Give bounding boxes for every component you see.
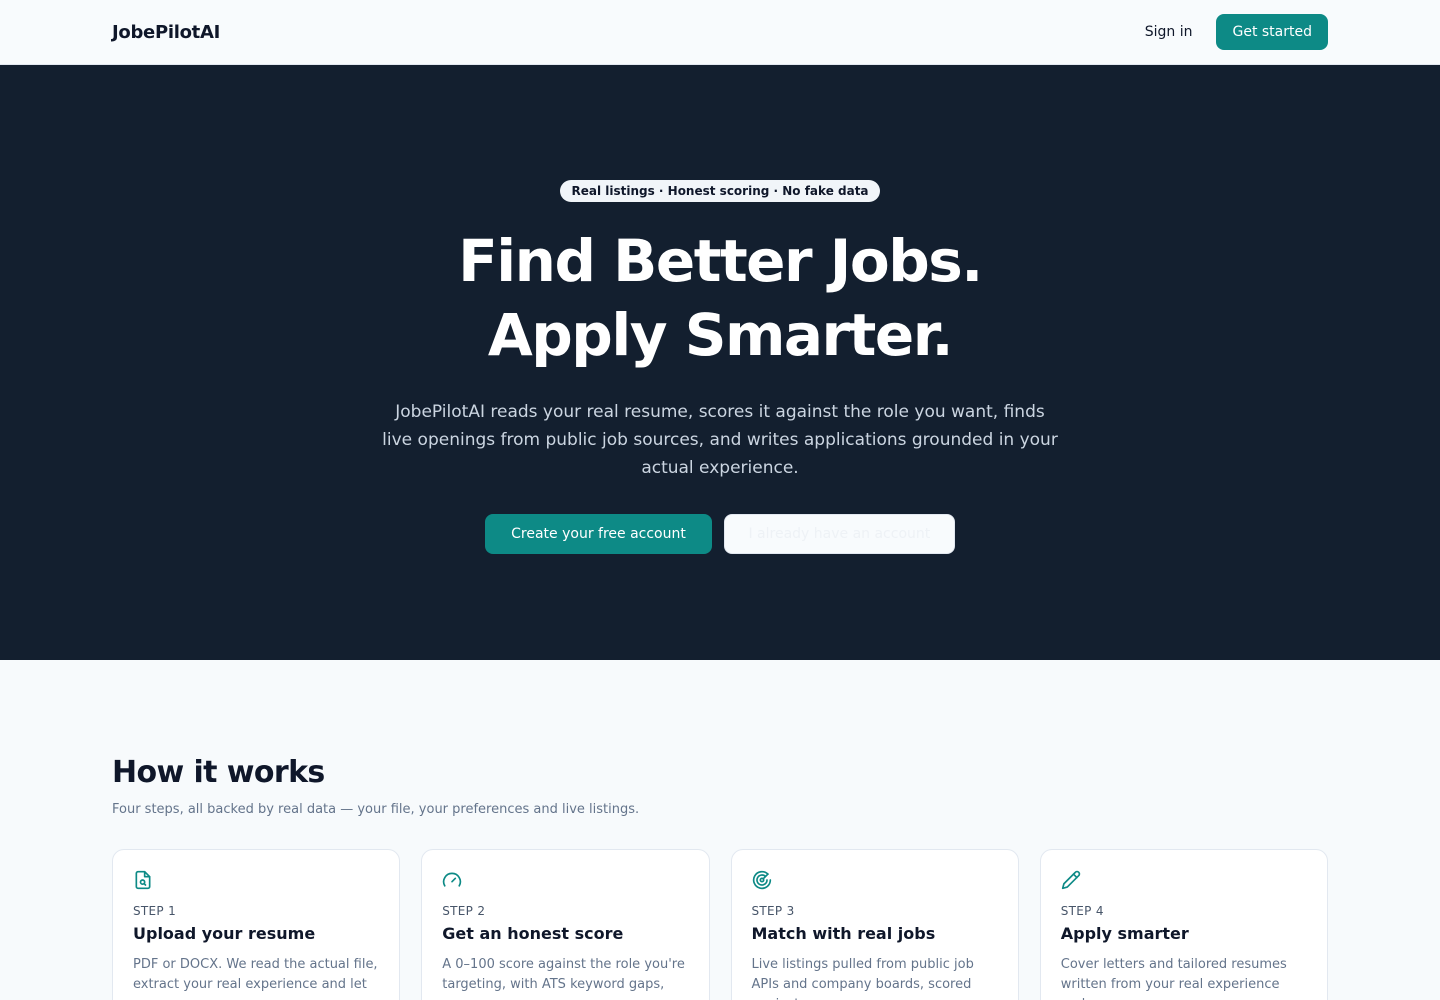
- step-card-2: STEP 2 Get an honest score A 0–100 score…: [421, 849, 710, 1000]
- nav-actions: Sign in Get started: [1145, 14, 1328, 50]
- section-subtitle: Four steps, all backed by real data — yo…: [112, 802, 640, 817]
- step-title: Match with real jobs: [751, 924, 936, 943]
- gauge-icon: [443, 872, 462, 887]
- step-title: Apply smarter: [1060, 924, 1189, 943]
- step-label: STEP 3: [751, 904, 795, 918]
- step-card-4: STEP 4 Apply smarter Cover letters and t…: [1039, 849, 1328, 1000]
- section-title: How it works: [112, 755, 325, 790]
- how-it-works-section: How it works Four steps, all backed by r…: [0, 660, 1440, 1000]
- create-account-button[interactable]: Create your free account: [485, 514, 712, 554]
- existing-account-button[interactable]: I already have an account: [723, 514, 955, 554]
- sign-in-link[interactable]: Sign in: [1145, 24, 1193, 40]
- file-search-icon: [135, 870, 151, 890]
- hero-section: Real listings · Honest scoring · No fake…: [0, 65, 1440, 660]
- step-label: STEP 4: [1060, 904, 1104, 918]
- step-card-1: STEP 1 Upload your resume PDF or DOCX. W…: [112, 849, 401, 1000]
- step-label: STEP 1: [133, 904, 177, 918]
- hero-actions: Create your free account I already have …: [485, 514, 955, 554]
- feature-pill: Real listings · Honest scoring · No fake…: [560, 180, 880, 202]
- step-description: PDF or DOCX. We read the actual file, ex…: [133, 957, 378, 992]
- get-started-button[interactable]: Get started: [1216, 14, 1328, 50]
- step-description: Live listings pulled from public job API…: [751, 957, 974, 1000]
- hero-title: Find Better Jobs. Apply Smarter.: [458, 227, 983, 369]
- step-label: STEP 2: [442, 904, 486, 918]
- step-description: A 0–100 score against the role you're ta…: [442, 957, 685, 992]
- radar-icon: [752, 870, 771, 890]
- pencil-icon: [1061, 870, 1080, 890]
- step-title: Get an honest score: [442, 924, 624, 943]
- step-card-3: STEP 3 Match with real jobs Live listing…: [730, 849, 1019, 1000]
- step-description: Cover letters and tailored resumes writt…: [1060, 957, 1287, 1000]
- steps-grid: STEP 1 Upload your resume PDF or DOCX. W…: [112, 849, 1328, 1000]
- hero-subtitle: JobePilotAI reads your real resume, scor…: [382, 402, 1058, 478]
- step-title: Upload your resume: [133, 924, 316, 943]
- brand-logo[interactable]: JobePilotAI: [112, 22, 220, 43]
- top-navbar: JobePilotAI Sign in Get started: [0, 0, 1440, 65]
